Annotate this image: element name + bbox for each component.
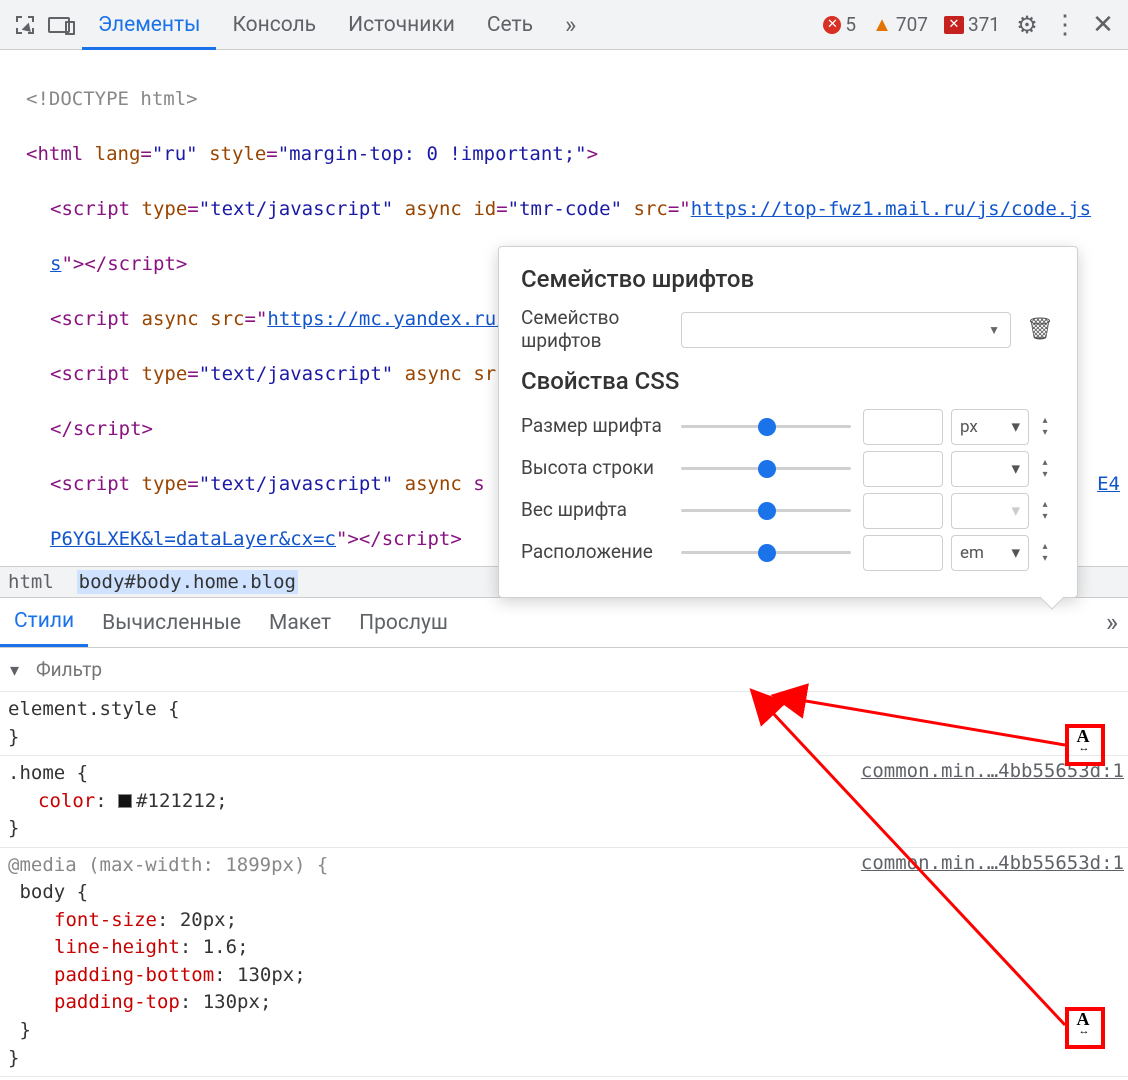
inspect-element-icon[interactable] [8,8,42,42]
tab-elements[interactable]: Элементы [82,0,216,49]
tab-network[interactable]: Сеть [471,0,549,49]
message-icon: ✕ [944,16,964,34]
font-size-label: Размер шрифта [521,415,681,438]
styles-toolbar-icons [1112,672,1116,696]
error-count[interactable]: ✕5 [817,13,862,36]
toggle-device-icon[interactable] [42,8,76,42]
styles-tabs: Стили Вычисленные Макет Прослуш » [0,598,1128,648]
font-weight-slider[interactable] [681,493,851,529]
breadcrumb-html[interactable]: html [8,571,54,593]
font-editor-icon[interactable]: A↔ [1069,1011,1097,1039]
kebab-menu-icon[interactable]: ⋮ [1048,8,1082,42]
close-devtools-icon[interactable]: ✕ [1086,8,1120,42]
line-height-label: Высота строки [521,457,681,480]
tab-computed[interactable]: Вычисленные [88,598,255,647]
spacing-unit[interactable]: em▾ [951,535,1029,571]
font-size-slider[interactable] [681,409,851,445]
breadcrumb-body[interactable]: body#body.home.blog [77,570,298,594]
warning-count[interactable]: ▲707 [866,12,934,37]
line-height-input[interactable] [863,451,943,487]
main-tabs: Элементы Консоль Источники Сеть » [82,0,592,49]
rule-media-body[interactable]: common.min.…4bb55653d:1 @media (max-widt… [0,848,1128,1077]
styles-tabs-overflow[interactable]: » [1106,608,1128,638]
font-weight-label: Вес шрифта [521,499,681,522]
rule-home[interactable]: common.min.…4bb55653d:1 .home { color: #… [0,756,1128,848]
spacing-label: Расположение [521,541,681,564]
font-size-unit[interactable]: px▾ [951,409,1029,445]
spacing-stepper[interactable]: ▴▾ [1035,542,1055,564]
line-height-stepper[interactable]: ▴▾ [1035,458,1055,480]
line-height-unit[interactable]: ▾ [951,451,1029,487]
chevron-down-icon: ▾ [1011,501,1020,521]
font-size-stepper[interactable]: ▴▾ [1035,416,1055,438]
font-size-input[interactable] [863,409,943,445]
chevron-down-icon: ▼ [988,323,1000,337]
filter-icon: ▾ [10,660,19,681]
error-icon: ✕ [823,16,841,34]
font-editor-icon[interactable]: A↔ [1069,728,1097,756]
dom-doctype[interactable]: <!DOCTYPE html> [8,86,1120,114]
font-weight-unit[interactable]: ▾ [951,493,1029,529]
tabs-overflow[interactable]: » [549,0,592,49]
font-family-label: Семейство шрифтов [521,307,681,353]
tab-sources[interactable]: Источники [332,0,471,49]
styles-list: element.style { } common.min.…4bb55653d:… [0,692,1128,1077]
tab-layout[interactable]: Макет [255,598,345,647]
css-props-heading: Свойства CSS [521,367,1055,395]
styles-filter-input[interactable] [10,654,283,685]
delete-font-icon[interactable]: 🗑 [1025,317,1055,342]
chevron-down-icon: ▾ [1011,417,1020,437]
chevron-down-icon: ▾ [1011,459,1020,479]
source-link[interactable]: common.min.…4bb55653d:1 [861,850,1124,878]
devtools-toolbar: Элементы Консоль Источники Сеть » ✕5 ▲70… [0,0,1128,50]
font-family-heading: Семейство шрифтов [521,265,1055,293]
dom-html-open[interactable]: <html lang="ru" style="margin-top: 0 !im… [8,141,1120,169]
font-weight-input[interactable] [863,493,943,529]
message-count[interactable]: ✕371 [938,13,1006,36]
tab-listeners[interactable]: Прослуш [345,598,462,647]
spacing-input[interactable] [863,535,943,571]
styles-filter-row: ▾ [0,648,1128,692]
font-weight-stepper[interactable]: ▴▾ [1035,500,1055,522]
font-editor-popover: Семейство шрифтов Семейство шрифтов ▼ 🗑 … [498,246,1078,598]
rule-element-style[interactable]: element.style { } [0,692,1128,756]
spacing-slider[interactable] [681,535,851,571]
toolbar-right: ✕5 ▲707 ✕371 ⚙ ⋮ ✕ [817,8,1120,42]
warning-icon: ▲ [872,12,892,37]
color-swatch[interactable] [118,794,132,808]
settings-icon[interactable]: ⚙ [1010,8,1044,42]
dom-script-1[interactable]: <script type="text/javascript" async id=… [8,196,1120,224]
annotation-highlight-1: A↔ [1065,724,1105,766]
tab-styles[interactable]: Стили [0,598,88,647]
chevron-down-icon: ▾ [1011,543,1020,563]
tab-console[interactable]: Консоль [216,0,332,49]
font-family-select[interactable]: ▼ [681,312,1011,348]
line-height-slider[interactable] [681,451,851,487]
annotation-highlight-2: A↔ [1065,1007,1105,1049]
